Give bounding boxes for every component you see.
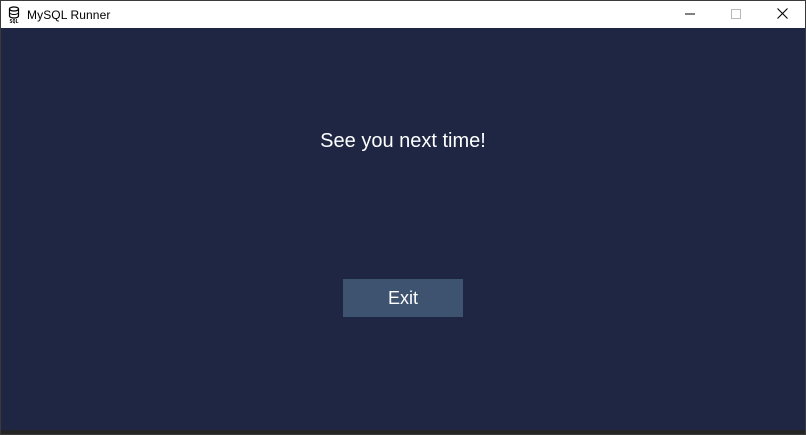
farewell-message: See you next time! xyxy=(320,130,486,152)
maximize-icon xyxy=(731,6,741,24)
minimize-icon xyxy=(685,6,695,24)
window-controls xyxy=(667,1,805,28)
window-title: MySQL Runner xyxy=(27,7,111,22)
minimize-button[interactable] xyxy=(667,1,713,28)
app-window: SQL MySQL Runner See you next time! Exit xyxy=(0,0,806,435)
title-bar[interactable]: SQL MySQL Runner xyxy=(1,1,805,28)
close-icon xyxy=(776,6,788,24)
exit-button[interactable]: Exit xyxy=(343,279,463,317)
main-content: See you next time! Exit xyxy=(1,28,805,431)
maximize-button[interactable] xyxy=(713,1,759,28)
close-button[interactable] xyxy=(759,1,805,28)
window-bottom-edge xyxy=(1,430,805,434)
sql-database-icon: SQL xyxy=(7,5,21,24)
svg-text:SQL: SQL xyxy=(9,19,18,24)
